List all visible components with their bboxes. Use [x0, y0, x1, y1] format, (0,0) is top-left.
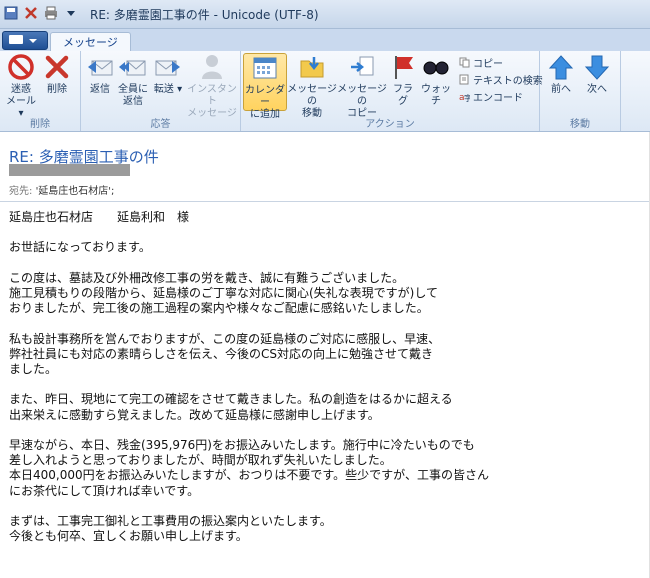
body-blank-line	[9, 316, 639, 331]
message-body: 延島庄也石材店 延島利和 様お世話になっております。この度は、墓誌及び外柵改修工…	[9, 210, 639, 544]
calendar-label-1: カレンダー	[245, 85, 285, 108]
move-label-1: メッセージの	[287, 84, 337, 107]
ribbon: 迷惑 メール ▾ 削除 削除 返信 全員に 返信 転送 ▾ インスタント メッセ…	[0, 51, 650, 132]
reply-all-icon	[119, 60, 146, 76]
svg-text:字: 字	[464, 93, 470, 102]
body-line: にお茶代にして頂ければ幸いです。	[9, 483, 200, 498]
ribbon-tab-row: メッセージ	[0, 29, 650, 52]
body-line: 出来栄えに感動すら覚えました。改めて延島様に感謝申し上げます。	[9, 407, 380, 422]
copy-message-button[interactable]: メッセージの コピー	[337, 53, 387, 120]
encode-icon: a字	[459, 93, 470, 102]
junk-icon	[8, 54, 34, 80]
body-blank-line	[9, 423, 639, 438]
to-label: 宛先:	[9, 186, 33, 197]
copy-label: コピー	[473, 59, 503, 70]
tab-message[interactable]: メッセージ	[50, 32, 131, 52]
junk-label-1: 迷惑	[11, 84, 31, 95]
body-line: 施工見積もりの段階から、延島様のご丁寧な対応に関心(失礼な表現ですが)して	[9, 285, 439, 300]
group-actions: カレンダー に追加 メッセージの 移動 メッセージの コピー フラグ ウォッチ …	[241, 51, 543, 131]
delete-button[interactable]: 削除	[40, 53, 74, 96]
copy-button[interactable]: コピー	[459, 55, 503, 70]
instant-label-1: インスタント	[187, 84, 237, 107]
body-line: また、昨日、現地にて完工の確認をさせて戴きました。私の創造をはるかに超える	[9, 392, 453, 407]
instant-message-icon	[202, 55, 222, 79]
move-message-button[interactable]: メッセージの 移動	[287, 53, 337, 120]
watch-button[interactable]: ウォッチ	[419, 53, 453, 108]
body-line: お世話になっております。	[9, 240, 151, 255]
redacted-sender	[9, 164, 130, 176]
forward-icon	[155, 60, 180, 76]
forward-dropdown[interactable]: ▾	[177, 84, 182, 95]
reply-label: 返信	[90, 84, 110, 95]
group-respond: 返信 全員に 返信 転送 ▾ インスタント メッセージ 応答	[81, 51, 241, 131]
reply-all-label-1: 全員に	[118, 84, 148, 95]
body-line: 弊社社員にも対応の素晴らしさを伝え、今後のCS対応の向上に勉強させて戴き	[9, 346, 433, 361]
copy-msg-label-1: メッセージの	[337, 84, 387, 107]
find-text-button[interactable]: テキストの検索	[459, 72, 543, 87]
delete-icon[interactable]	[24, 6, 38, 20]
forward-label: 転送	[153, 84, 174, 95]
body-line: ました。	[9, 361, 58, 376]
title-bar: RE: 多磨霊園工事の件 - Unicode (UTF-8)	[0, 0, 650, 29]
copy-icon	[459, 57, 470, 68]
find-icon	[459, 74, 469, 85]
body-line: この度は、墓誌及び外柵改修工事の労を戴き、誠に有難うございました。	[9, 270, 405, 285]
body-blank-line	[9, 256, 639, 271]
body-line: 早速ながら、本日、残金(395,976円)をお振込みいたします。施行中に冷たいも…	[9, 437, 475, 452]
body-blank-line	[9, 499, 639, 514]
body-line: まずは、工事完工御礼と工事費用の振込案内といたします。	[9, 513, 332, 528]
body-line: 本日400,000円をお振込みいたしますが、おつりは不要です。些少ですが、工事の…	[9, 468, 489, 483]
window-title: RE: 多磨霊園工事の件 - Unicode (UTF-8)	[90, 8, 319, 22]
calendar-icon	[253, 57, 277, 79]
reply-icon	[88, 60, 113, 76]
body-line: 私も設計事務所を営んでおりますが、この度の延島様のご対応に感服し、早速、	[9, 331, 441, 346]
flag-icon	[395, 56, 413, 79]
flag-button[interactable]: フラグ	[389, 53, 417, 108]
recipient-line: 宛先: '延島庄也石材店';	[9, 182, 114, 197]
body-line: 延島庄也石材店 延島利和 様	[9, 210, 190, 224]
group-move: 前へ 次へ 移動	[540, 51, 621, 131]
copy-message-icon	[351, 56, 374, 76]
junk-mail-button[interactable]: 迷惑 メール ▾	[4, 53, 38, 120]
encode-label: エンコード	[473, 93, 523, 104]
group-label-actions: アクション	[365, 119, 415, 130]
prev-label: 前へ	[551, 84, 571, 95]
quick-access-toolbar	[4, 6, 78, 20]
body-blank-line	[9, 225, 639, 240]
next-button[interactable]: 次へ	[582, 53, 612, 96]
group-label-delete: 削除	[30, 119, 50, 130]
reply-button[interactable]: 返信	[85, 53, 115, 96]
forward-button[interactable]: 転送 ▾	[153, 53, 183, 96]
header-divider	[0, 201, 650, 202]
up-arrow-icon	[548, 55, 574, 80]
encode-button[interactable]: a字 エンコード	[459, 89, 523, 104]
dropdown-icon[interactable]	[64, 6, 78, 20]
watch-icon	[423, 61, 449, 75]
group-label-respond: 応答	[150, 119, 171, 130]
body-blank-line	[9, 377, 639, 392]
body-line: 差し入れようと思っておりましたが、時間が取れず失礼いたしました。	[9, 453, 392, 468]
delete-x-icon	[45, 55, 69, 79]
next-label: 次へ	[587, 84, 607, 95]
add-to-calendar-button[interactable]: カレンダー に追加	[243, 53, 287, 120]
reply-all-button[interactable]: 全員に 返信	[117, 53, 149, 108]
save-icon[interactable]	[4, 6, 18, 20]
previous-button[interactable]: 前へ	[546, 53, 576, 96]
to-value: '延島庄也石材店';	[35, 186, 115, 197]
reply-all-label-2: 返信	[123, 96, 143, 107]
delete-label: 削除	[47, 84, 67, 95]
find-text-label: テキストの検索	[473, 76, 543, 87]
group-label-move: 移動	[570, 119, 590, 130]
group-delete: 迷惑 メール ▾ 削除 削除	[0, 51, 81, 131]
move-icon	[300, 57, 324, 78]
body-line: 今後とも何卒、宜しくお願い申し上げます。	[9, 529, 248, 544]
instant-message-button[interactable]: インスタント メッセージ	[185, 53, 239, 120]
print-icon[interactable]	[44, 6, 58, 20]
down-arrow-icon	[584, 55, 610, 80]
body-line: おりましたが、完工後の施工過程の案内や様々なご配慮に感銘いたしました。	[9, 301, 429, 316]
flag-label: フラグ	[393, 84, 413, 107]
watch-label: ウォッチ	[421, 84, 451, 107]
app-menu-button[interactable]	[2, 31, 48, 50]
